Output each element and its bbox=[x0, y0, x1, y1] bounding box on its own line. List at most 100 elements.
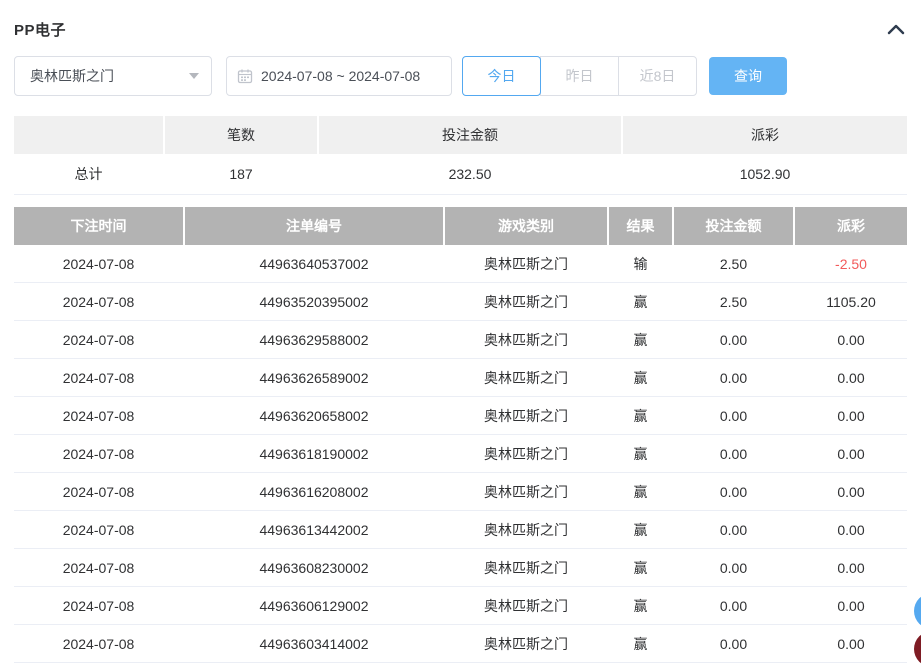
record-cell-payout: 0.00 bbox=[795, 511, 907, 548]
date-range-picker[interactable]: 2024-07-08 ~ 2024-07-08 bbox=[226, 56, 452, 96]
record-cell-payout: 0.00 bbox=[795, 587, 907, 624]
records-header-row: 下注时间 注单编号 游戏类别 结果 投注金额 派彩 bbox=[14, 207, 907, 245]
table-row: 2024-07-0844963616208002奥林匹斯之门赢0.000.00 bbox=[14, 473, 907, 511]
records-header-bet-time: 下注时间 bbox=[14, 207, 183, 245]
record-cell-time: 2024-07-08 bbox=[14, 511, 183, 548]
record-cell-payout: 0.00 bbox=[795, 473, 907, 510]
record-cell-payout: 0.00 bbox=[795, 435, 907, 472]
records-body: 2024-07-0844963640537002奥林匹斯之门输2.50-2.50… bbox=[14, 245, 907, 663]
record-cell-time: 2024-07-08 bbox=[14, 321, 183, 358]
summary-total-label: 总计 bbox=[14, 154, 163, 194]
record-cell-game: 奥林匹斯之门 bbox=[445, 321, 607, 358]
table-row: 2024-07-0844963520395002奥林匹斯之门赢2.501105.… bbox=[14, 283, 907, 321]
record-cell-order_no: 44963520395002 bbox=[185, 283, 443, 320]
panel-header: PP电子 bbox=[14, 0, 907, 40]
quick-date-button-group: 今日 昨日 近8日 bbox=[462, 56, 697, 96]
records-header-payout: 派彩 bbox=[795, 207, 907, 245]
table-row: 2024-07-0844963613442002奥林匹斯之门赢0.000.00 bbox=[14, 511, 907, 549]
record-cell-game: 奥林匹斯之门 bbox=[445, 625, 607, 662]
record-cell-game: 奥林匹斯之门 bbox=[445, 359, 607, 396]
record-cell-order_no: 44963618190002 bbox=[185, 435, 443, 472]
collapse-panel-button[interactable] bbox=[885, 18, 907, 40]
record-cell-bet: 0.00 bbox=[674, 587, 793, 624]
record-cell-result: 赢 bbox=[609, 549, 672, 586]
record-cell-bet: 0.00 bbox=[674, 435, 793, 472]
summary-header-payout: 派彩 bbox=[623, 116, 907, 154]
record-cell-bet: 0.00 bbox=[674, 321, 793, 358]
summary-header-count: 笔数 bbox=[165, 116, 317, 154]
record-cell-bet: 0.00 bbox=[674, 473, 793, 510]
filter-bar: 奥林匹斯之门 2024-07-08 ~ 2024-07-08 bbox=[14, 56, 907, 96]
records-table: 下注时间 注单编号 游戏类别 结果 投注金额 派彩 2024-07-084496… bbox=[14, 207, 907, 663]
record-cell-payout: 0.00 bbox=[795, 359, 907, 396]
quick-button-today[interactable]: 今日 bbox=[462, 56, 541, 96]
date-range-value: 2024-07-08 ~ 2024-07-08 bbox=[261, 68, 420, 84]
record-cell-game: 奥林匹斯之门 bbox=[445, 511, 607, 548]
table-row: 2024-07-0844963620658002奥林匹斯之门赢0.000.00 bbox=[14, 397, 907, 435]
record-cell-time: 2024-07-08 bbox=[14, 587, 183, 624]
pp-games-panel: PP电子 奥林匹斯之门 bbox=[0, 0, 921, 663]
record-cell-game: 奥林匹斯之门 bbox=[445, 245, 607, 282]
record-cell-bet: 0.00 bbox=[674, 549, 793, 586]
record-cell-order_no: 44963626589002 bbox=[185, 359, 443, 396]
record-cell-time: 2024-07-08 bbox=[14, 473, 183, 510]
record-cell-result: 赢 bbox=[609, 587, 672, 624]
summary-total-count: 187 bbox=[165, 154, 317, 194]
search-button[interactable]: 查询 bbox=[709, 57, 787, 95]
table-row: 2024-07-0844963608230002奥林匹斯之门赢0.000.00 bbox=[14, 549, 907, 587]
record-cell-bet: 2.50 bbox=[674, 245, 793, 282]
table-row: 2024-07-0844963629588002奥林匹斯之门赢0.000.00 bbox=[14, 321, 907, 359]
record-cell-payout: 0.00 bbox=[795, 321, 907, 358]
record-cell-order_no: 44963606129002 bbox=[185, 587, 443, 624]
record-cell-order_no: 44963608230002 bbox=[185, 549, 443, 586]
record-cell-time: 2024-07-08 bbox=[14, 435, 183, 472]
summary-header-bet-amount: 投注金额 bbox=[319, 116, 621, 154]
records-header-bet-amount: 投注金额 bbox=[674, 207, 793, 245]
record-cell-payout: -2.50 bbox=[795, 245, 907, 282]
record-cell-result: 赢 bbox=[609, 283, 672, 320]
record-cell-order_no: 44963640537002 bbox=[185, 245, 443, 282]
record-cell-payout: 0.00 bbox=[795, 397, 907, 434]
table-row: 2024-07-0844963640537002奥林匹斯之门输2.50-2.50 bbox=[14, 245, 907, 283]
record-cell-bet: 0.00 bbox=[674, 397, 793, 434]
record-cell-bet: 2.50 bbox=[674, 283, 793, 320]
record-cell-bet: 0.00 bbox=[674, 359, 793, 396]
record-cell-payout: 0.00 bbox=[795, 549, 907, 586]
record-cell-time: 2024-07-08 bbox=[14, 359, 183, 396]
record-cell-result: 赢 bbox=[609, 359, 672, 396]
record-cell-game: 奥林匹斯之门 bbox=[445, 283, 607, 320]
table-row: 2024-07-0844963618190002奥林匹斯之门赢0.000.00 bbox=[14, 435, 907, 473]
record-cell-game: 奥林匹斯之门 bbox=[445, 587, 607, 624]
record-cell-game: 奥林匹斯之门 bbox=[445, 435, 607, 472]
summary-total-row: 总计 187 232.50 1052.90 bbox=[14, 154, 907, 195]
quick-button-last8days[interactable]: 近8日 bbox=[618, 56, 697, 96]
record-cell-payout: 1105.20 bbox=[795, 283, 907, 320]
record-cell-time: 2024-07-08 bbox=[14, 397, 183, 434]
game-select[interactable]: 奥林匹斯之门 bbox=[14, 56, 212, 96]
game-select-value: 奥林匹斯之门 bbox=[30, 66, 114, 86]
record-cell-result: 赢 bbox=[609, 435, 672, 472]
record-cell-order_no: 44963629588002 bbox=[185, 321, 443, 358]
records-header-game-type: 游戏类别 bbox=[445, 207, 607, 245]
summary-header-row: 笔数 投注金额 派彩 bbox=[14, 116, 907, 154]
record-cell-order_no: 44963620658002 bbox=[185, 397, 443, 434]
records-header-order-no: 注单编号 bbox=[185, 207, 443, 245]
record-cell-payout: 0.00 bbox=[795, 625, 907, 662]
record-cell-result: 赢 bbox=[609, 397, 672, 434]
panel-title: PP电子 bbox=[14, 19, 66, 40]
summary-total-bet-amount: 232.50 bbox=[319, 154, 621, 194]
record-cell-time: 2024-07-08 bbox=[14, 245, 183, 282]
records-header-result: 结果 bbox=[609, 207, 672, 245]
record-cell-result: 赢 bbox=[609, 321, 672, 358]
record-cell-order_no: 44963603414002 bbox=[185, 625, 443, 662]
record-cell-time: 2024-07-08 bbox=[14, 283, 183, 320]
calendar-icon bbox=[237, 68, 253, 84]
table-row: 2024-07-0844963603414002奥林匹斯之门赢0.000.00 bbox=[14, 625, 907, 663]
table-row: 2024-07-0844963626589002奥林匹斯之门赢0.000.00 bbox=[14, 359, 907, 397]
quick-button-yesterday[interactable]: 昨日 bbox=[540, 56, 619, 96]
summary-total-payout: 1052.90 bbox=[623, 154, 907, 194]
caret-down-icon bbox=[189, 73, 199, 79]
record-cell-time: 2024-07-08 bbox=[14, 549, 183, 586]
record-cell-order_no: 44963616208002 bbox=[185, 473, 443, 510]
record-cell-bet: 0.00 bbox=[674, 625, 793, 662]
